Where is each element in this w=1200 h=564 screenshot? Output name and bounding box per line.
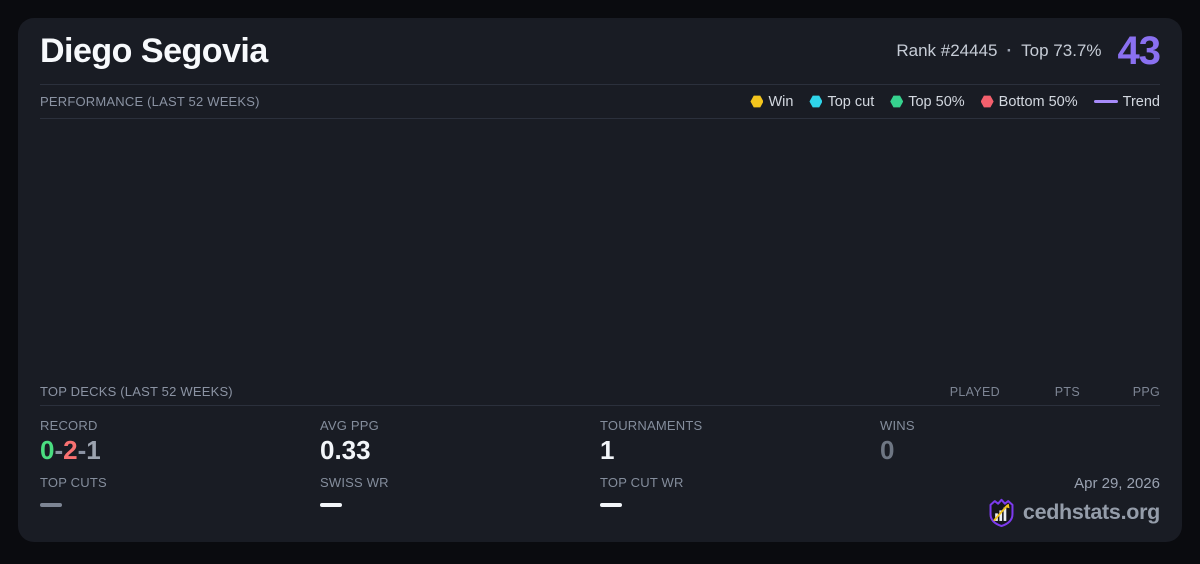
site-name: cedhstats.org xyxy=(1023,500,1160,525)
card-footer: Apr 29, 2026 cedhstats.org xyxy=(880,475,1160,528)
performance-chart-area xyxy=(40,119,1160,378)
top-percent-value: Top 73.7% xyxy=(1021,41,1101,61)
top-50-swatch-icon xyxy=(890,95,903,108)
stat-label: TOP CUTS xyxy=(40,475,320,490)
stat-wins: WINS 0 xyxy=(880,418,1160,466)
stat-label: AVG PPG xyxy=(320,418,600,433)
top-cuts-empty-value xyxy=(40,503,62,507)
site-brand[interactable]: cedhstats.org xyxy=(988,497,1160,528)
rank-value: Rank #24445 xyxy=(896,41,997,61)
column-header-played: PLAYED xyxy=(920,385,1000,399)
legend-label: Top 50% xyxy=(908,94,964,110)
wins-value: 0 xyxy=(880,436,1160,466)
avg-ppg-value: 0.33 xyxy=(320,436,600,466)
swiss-wr-empty-value xyxy=(320,503,342,507)
top-cut-wr-empty-value xyxy=(600,503,622,507)
card-header: Diego Segovia Rank #24445 · Top 73.7% 43 xyxy=(40,18,1160,85)
tournaments-value: 1 xyxy=(600,436,880,466)
stat-top-cuts: TOP CUTS xyxy=(40,475,320,528)
stat-label: TOURNAMENTS xyxy=(600,418,880,433)
top-decks-header: TOP DECKS (LAST 52 WEEKS) PLAYED PTS PPG xyxy=(40,378,1160,406)
record-losses: 2 xyxy=(63,435,77,465)
record-separator: - xyxy=(78,435,87,465)
stat-top-cut-wr: TOP CUT WR xyxy=(600,475,880,528)
performance-section-title: PERFORMANCE (LAST 52 WEEKS) xyxy=(40,94,260,109)
player-score: 43 xyxy=(1118,31,1161,71)
bottom-50-swatch-icon xyxy=(981,95,994,108)
stats-grid: RECORD 0-2-1 AVG PPG 0.33 TOURNAMENTS 1 … xyxy=(40,406,1160,542)
win-swatch-icon xyxy=(750,95,763,108)
legend-item-trend[interactable]: Trend xyxy=(1094,94,1160,110)
legend-label: Win xyxy=(768,94,793,110)
generated-date: Apr 29, 2026 xyxy=(1074,475,1160,492)
legend-item-top-cut[interactable]: Top cut xyxy=(809,94,874,110)
record-separator: - xyxy=(54,435,63,465)
trend-line-icon xyxy=(1094,100,1118,103)
record-draws: 1 xyxy=(86,435,100,465)
legend-item-bottom-50[interactable]: Bottom 50% xyxy=(981,94,1078,110)
legend-label: Bottom 50% xyxy=(999,94,1078,110)
record-wins: 0 xyxy=(40,435,54,465)
stat-label: WINS xyxy=(880,418,1160,433)
stat-label: SWISS WR xyxy=(320,475,600,490)
stat-label: RECORD xyxy=(40,418,320,433)
top-decks-section-title: TOP DECKS (LAST 52 WEEKS) xyxy=(40,384,233,399)
rank-text: Rank #24445 · Top 73.7% xyxy=(896,41,1101,61)
legend-label: Trend xyxy=(1123,94,1160,110)
column-header-pts: PTS xyxy=(1000,385,1080,399)
rank-separator: · xyxy=(1006,41,1012,61)
stat-label: TOP CUT WR xyxy=(600,475,880,490)
record-value: 0-2-1 xyxy=(40,436,320,466)
legend-label: Top cut xyxy=(827,94,874,110)
cedhstats-logo-icon xyxy=(988,497,1015,528)
stat-record: RECORD 0-2-1 xyxy=(40,418,320,466)
player-stats-card: Diego Segovia Rank #24445 · Top 73.7% 43… xyxy=(18,18,1182,542)
performance-header: PERFORMANCE (LAST 52 WEEKS) Win Top cut … xyxy=(40,85,1160,119)
legend-item-top-50[interactable]: Top 50% xyxy=(890,94,964,110)
chart-legend: Win Top cut Top 50% Bottom 50% Trend xyxy=(750,94,1160,110)
top-cut-swatch-icon xyxy=(809,95,822,108)
stat-tournaments: TOURNAMENTS 1 xyxy=(600,418,880,466)
rank-summary: Rank #24445 · Top 73.7% 43 xyxy=(896,31,1160,71)
stat-swiss-wr: SWISS WR xyxy=(320,475,600,528)
page-title: Diego Segovia xyxy=(40,32,268,71)
stat-avg-ppg: AVG PPG 0.33 xyxy=(320,418,600,466)
legend-item-win[interactable]: Win xyxy=(750,94,793,110)
top-decks-columns: PLAYED PTS PPG xyxy=(920,385,1160,399)
column-header-ppg: PPG xyxy=(1080,385,1160,399)
